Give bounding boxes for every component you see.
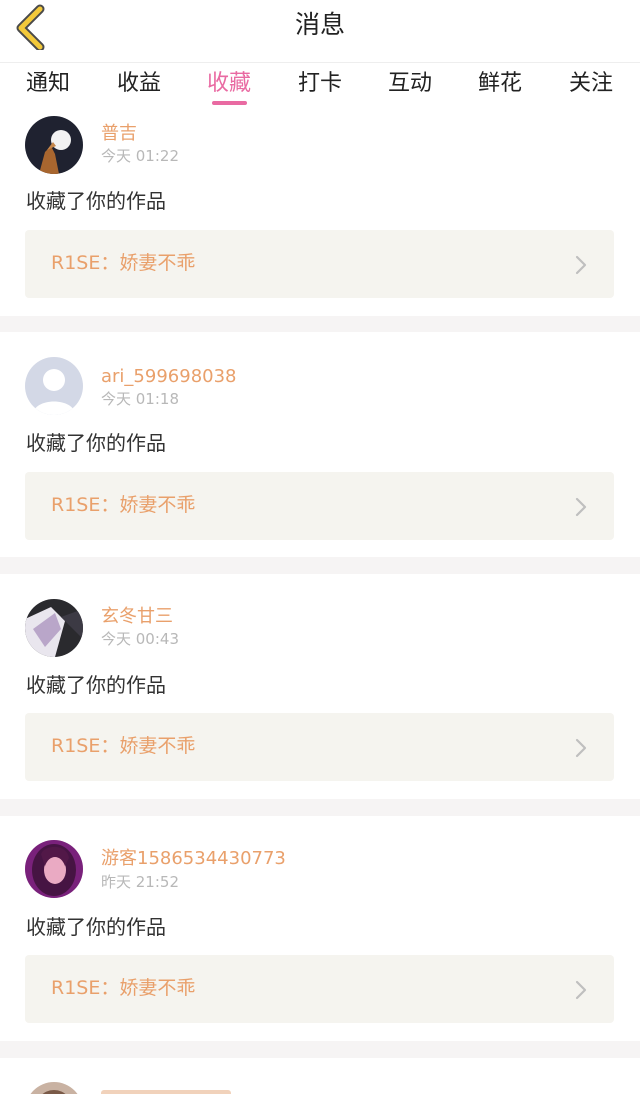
messages-screen: 消息 通知 收益 收藏 打卡 互动 鲜花 关注 普吉 今天 01:22 收藏了你…	[0, 0, 640, 1094]
tab-interaction[interactable]: 互动	[388, 69, 432, 99]
avatar[interactable]	[25, 840, 83, 898]
avatar[interactable]	[25, 1082, 83, 1094]
notification-card: ari_599698038 今天 01:18 收藏了你的作品 R1SE：娇妻不乖	[0, 332, 640, 557]
photo-avatar	[25, 599, 83, 657]
chevron-right-icon	[575, 980, 587, 1000]
timestamp: 今天 01:22	[101, 147, 179, 165]
girl-photo-avatar	[25, 840, 83, 898]
action-text: 收藏了你的作品	[26, 431, 166, 455]
notification-card	[0, 1058, 640, 1094]
username[interactable]: 玄冬甘三	[101, 606, 173, 628]
chevron-right-icon	[575, 255, 587, 275]
notification-card: 玄冬甘三 今天 00:43 收藏了你的作品 R1SE：娇妻不乖	[0, 574, 640, 799]
work-title: R1SE：娇妻不乖	[51, 977, 196, 999]
header-bar: 消息	[0, 0, 640, 63]
username[interactable]: ari_599698038	[101, 366, 237, 388]
avatar[interactable]	[25, 116, 83, 174]
tab-flowers[interactable]: 鲜花	[478, 69, 522, 99]
username[interactable]: 游客1586534430773	[101, 848, 286, 870]
timestamp: 今天 00:43	[101, 630, 179, 648]
chevron-right-icon	[575, 738, 587, 758]
active-tab-indicator	[212, 101, 247, 105]
work-link[interactable]: R1SE：娇妻不乖	[25, 472, 614, 540]
photo-avatar	[25, 1082, 83, 1094]
action-text: 收藏了你的作品	[26, 915, 166, 939]
tab-favorites[interactable]: 收藏	[207, 69, 251, 99]
tab-checkin[interactable]: 打卡	[298, 69, 342, 99]
username-partial	[101, 1090, 231, 1094]
work-link[interactable]: R1SE：娇妻不乖	[25, 230, 614, 298]
dark-photo-avatar	[25, 116, 83, 174]
timestamp: 今天 01:18	[101, 390, 179, 408]
action-text: 收藏了你的作品	[26, 189, 166, 213]
work-title: R1SE：娇妻不乖	[51, 735, 196, 757]
tab-following[interactable]: 关注	[569, 69, 613, 99]
notification-card: 游客1586534430773 昨天 21:52 收藏了你的作品 R1SE：娇妻…	[0, 816, 640, 1041]
work-link[interactable]: R1SE：娇妻不乖	[25, 955, 614, 1023]
work-title: R1SE：娇妻不乖	[51, 494, 196, 516]
work-link[interactable]: R1SE：娇妻不乖	[25, 713, 614, 781]
avatar[interactable]	[25, 599, 83, 657]
chevron-right-icon	[575, 497, 587, 517]
tab-notifications[interactable]: 通知	[26, 69, 70, 99]
avatar[interactable]	[25, 357, 83, 415]
notification-card: 普吉 今天 01:22 收藏了你的作品 R1SE：娇妻不乖	[0, 113, 640, 316]
timestamp: 昨天 21:52	[101, 873, 179, 891]
tab-earnings[interactable]: 收益	[117, 69, 161, 99]
tab-bar: 通知 收益 收藏 打卡 互动 鲜花 关注	[0, 63, 640, 113]
page-title: 消息	[294, 10, 345, 39]
action-text: 收藏了你的作品	[26, 673, 166, 697]
work-title: R1SE：娇妻不乖	[51, 252, 196, 274]
default-user-avatar	[25, 357, 83, 415]
username[interactable]: 普吉	[101, 123, 137, 145]
